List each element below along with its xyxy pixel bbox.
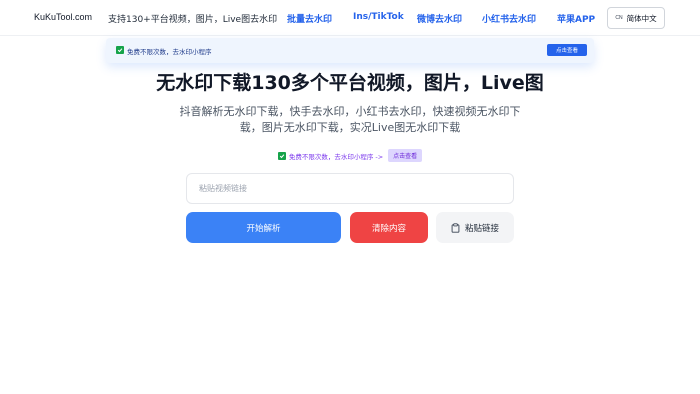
checkmark-icon xyxy=(277,151,286,160)
page-subtitle: 抖音解析无水印下载，快手去水印，小红书去水印，快速视频无水印下载，图片无水印下载… xyxy=(179,105,521,134)
notice-banner: 免费不限次数，去水印小程序 xyxy=(106,38,594,63)
video-url-input[interactable] xyxy=(186,173,514,204)
nav-link-ins-tiktok[interactable]: Ins/TikTok xyxy=(353,12,404,22)
notice-text: 免费不限次数，去水印小程序 xyxy=(127,48,212,56)
start-parse-label: 开始解析 xyxy=(246,223,281,234)
promo-view-button[interactable]: 点击查看 xyxy=(388,149,423,162)
language-label: 简体中文 xyxy=(626,13,657,23)
nav-link-batch[interactable]: 批量去水印 xyxy=(287,12,332,25)
clear-content-label: 清除内容 xyxy=(371,223,406,234)
clear-content-button[interactable]: 清除内容 xyxy=(350,212,428,243)
language-code: CN xyxy=(615,15,623,21)
clipboard-icon xyxy=(451,222,460,233)
paste-link-label: 粘贴链接 xyxy=(464,223,499,234)
nav-link-weibo[interactable]: 微博去水印 xyxy=(417,12,462,25)
promo-line: 免费不限次数，去水印小程序 -> 点击查看 xyxy=(0,149,700,162)
notice-view-button[interactable]: 点击查看 xyxy=(547,44,587,56)
brand-logo[interactable]: KuKuTool.com xyxy=(34,12,92,22)
nav-tagline[interactable]: 支持130+平台视频，图片，Live图去水印 xyxy=(108,12,277,25)
promo-text[interactable]: 免费不限次数，去水印小程序 -> xyxy=(289,151,383,161)
top-nav: KuKuTool.com 支持130+平台视频，图片，Live图去水印 批量去水… xyxy=(0,0,700,36)
page-title: 无水印下载130多个平台视频，图片，Live图 xyxy=(156,72,544,94)
nav-link-xiaohongshu[interactable]: 小红书去水印 xyxy=(482,12,536,25)
nav-link-apple-app[interactable]: 苹果APP xyxy=(557,12,595,25)
checkmark-icon xyxy=(116,46,124,54)
language-selector[interactable]: CN 简体中文 xyxy=(607,7,665,29)
start-parse-button[interactable]: 开始解析 xyxy=(186,212,341,243)
paste-link-button[interactable]: 粘贴链接 xyxy=(436,212,514,243)
